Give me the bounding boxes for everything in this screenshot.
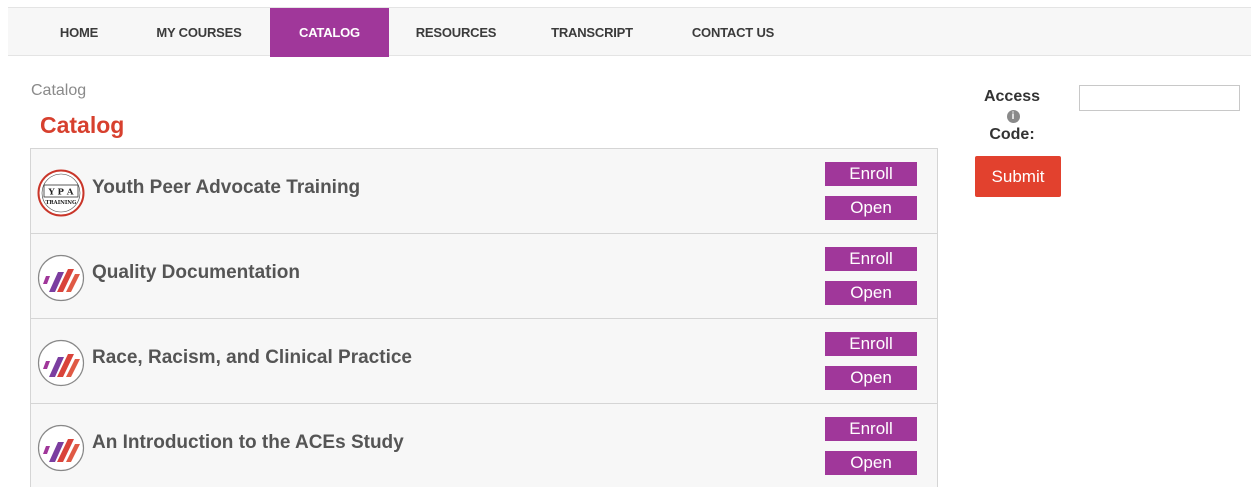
course-title[interactable]: Quality Documentation [92,262,300,284]
page-title: Catalog [40,112,125,138]
page: HOME MY COURSES CATALOG RESOURCES TRANSC… [0,0,1251,487]
open-button[interactable]: Open [825,281,917,305]
enroll-button[interactable]: Enroll [825,417,917,441]
open-button[interactable]: Open [825,196,917,220]
course-title[interactable]: An Introduction to the ACEs Study [92,432,404,454]
stripes-logo-icon [37,339,85,387]
access-code-label-line1: Access [983,88,1041,105]
nav-contact-us[interactable]: CONTACT US [675,8,791,57]
stripes-logo-icon [37,424,85,472]
info-icon[interactable]: i [1006,110,1020,123]
course-row: An Introduction to the ACEs Study Enroll… [31,404,937,487]
access-code-input[interactable] [1079,85,1240,111]
enroll-button[interactable]: Enroll [825,332,917,356]
ypa-training-logo-icon: Y P A TRAINING [37,169,85,217]
ypa-logo-letters: Y P A [48,188,74,198]
top-nav: HOME MY COURSES CATALOG RESOURCES TRANSC… [8,7,1251,57]
course-row: Quality Documentation Enroll Open [31,234,937,319]
course-title[interactable]: Youth Peer Advocate Training [92,177,360,199]
course-list: Y P A TRAINING Youth Peer Advocate Train… [30,148,938,487]
ypa-logo-word: TRAINING [46,200,78,206]
course-title[interactable]: Race, Racism, and Clinical Practice [92,347,412,369]
nav-catalog[interactable]: CATALOG [270,8,389,57]
access-code-label-line2: Code: [989,126,1035,143]
nav-home[interactable]: HOME [32,8,126,57]
submit-button[interactable]: Submit [975,156,1061,197]
open-button[interactable]: Open [825,451,917,475]
open-button[interactable]: Open [825,366,917,390]
nav-my-courses[interactable]: MY COURSES [136,8,262,57]
enroll-button[interactable]: Enroll [825,247,917,271]
course-row: Race, Racism, and Clinical Practice Enro… [31,319,937,404]
stripes-logo-icon [37,254,85,302]
enroll-button[interactable]: Enroll [825,162,917,186]
nav-transcript[interactable]: TRANSCRIPT [535,8,649,57]
access-code-label: Access i Code: [980,87,1044,144]
course-row: Y P A TRAINING Youth Peer Advocate Train… [31,149,937,234]
breadcrumb[interactable]: Catalog [31,82,86,100]
nav-resources[interactable]: RESOURCES [400,8,512,57]
